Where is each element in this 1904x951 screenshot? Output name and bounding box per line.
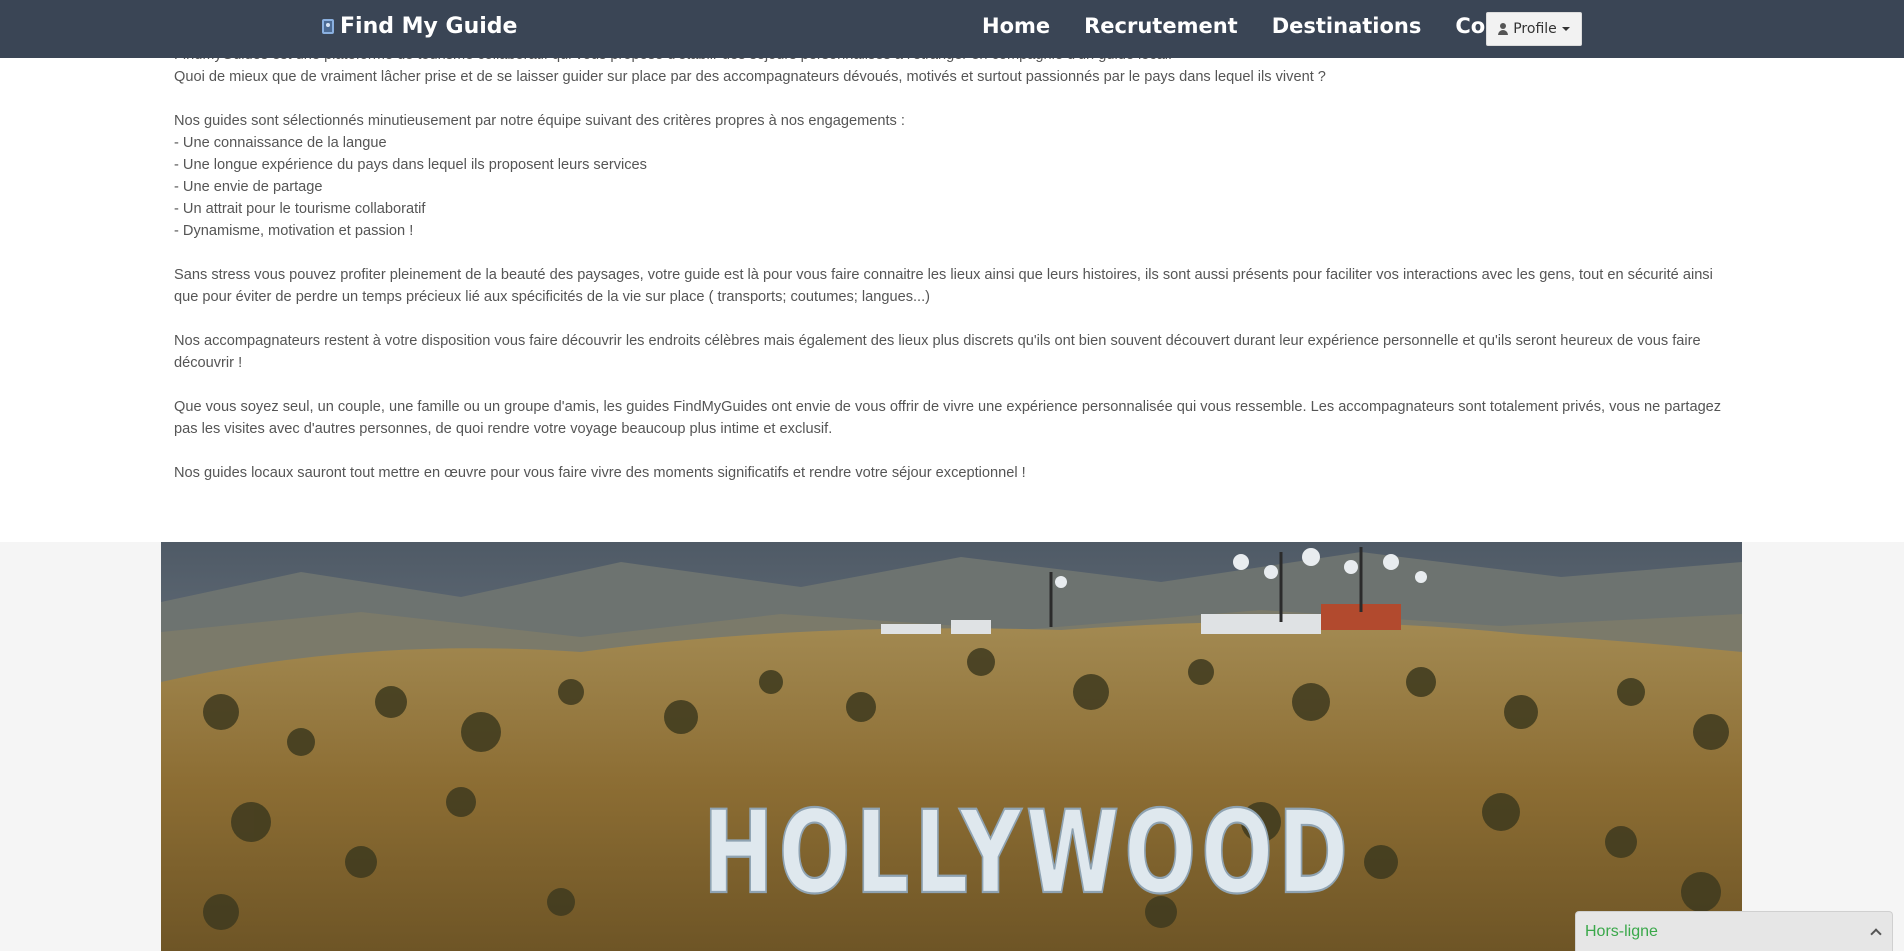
criteria-list: Nos guides sont sélectionnés minutieusem… xyxy=(174,110,1734,242)
paragraph-closing: Nos guides locaux sauront tout mettre en… xyxy=(174,465,1026,481)
intro-line-2: Quoi de mieux que de vraiment lâcher pri… xyxy=(174,69,1326,85)
nav-link-home[interactable]: Home xyxy=(982,14,1050,38)
criteria-heading: Nos guides sont sélectionnés minutieusem… xyxy=(174,113,905,129)
hero-image: HOLLYWOOD xyxy=(161,542,1742,951)
paragraph-places: Nos accompagnateurs restent à votre disp… xyxy=(174,333,1701,371)
nav-links: Home Recrutement Destinations Contact xyxy=(982,14,1547,38)
contact-card-icon xyxy=(322,19,334,34)
paragraph-private: Que vous soyez seul, un couple, une fami… xyxy=(174,399,1722,437)
user-icon xyxy=(1498,23,1509,35)
chat-status-label: Hors-ligne xyxy=(1585,922,1658,940)
criteria-item: - Dynamisme, motivation et passion ! xyxy=(174,223,414,239)
main-content: FindMyGuides est une plateforme de touri… xyxy=(0,0,1904,542)
criteria-item: - Une longue expérience du pays dans leq… xyxy=(174,157,647,173)
brand-logo[interactable]: Find My Guide xyxy=(322,14,517,39)
hollywood-sign: HOLLYWOOD xyxy=(703,786,1353,919)
criteria-item: - Une connaissance de la langue xyxy=(174,135,387,151)
brand-name: Find My Guide xyxy=(340,14,518,39)
chat-status-widget[interactable]: Hors-ligne xyxy=(1575,911,1893,951)
nav-link-recrutement[interactable]: Recrutement xyxy=(1084,14,1238,38)
criteria-item: - Un attrait pour le tourisme collaborat… xyxy=(174,201,426,217)
chevron-up-icon[interactable] xyxy=(1870,928,1882,940)
caret-down-icon xyxy=(1561,27,1570,31)
criteria-item: - Une envie de partage xyxy=(174,179,323,195)
paragraph-stress: Sans stress vous pouvez profiter pleinem… xyxy=(174,267,1713,305)
hollywood-hills-illustration: HOLLYWOOD xyxy=(161,542,1742,951)
profile-label: Profile xyxy=(1513,21,1557,37)
profile-dropdown-button[interactable]: Profile xyxy=(1486,12,1582,46)
about-text: FindMyGuides est une plateforme de touri… xyxy=(174,44,1734,506)
top-navbar: Find My Guide Home Recrutement Destinati… xyxy=(0,0,1904,58)
nav-link-destinations[interactable]: Destinations xyxy=(1272,14,1422,38)
